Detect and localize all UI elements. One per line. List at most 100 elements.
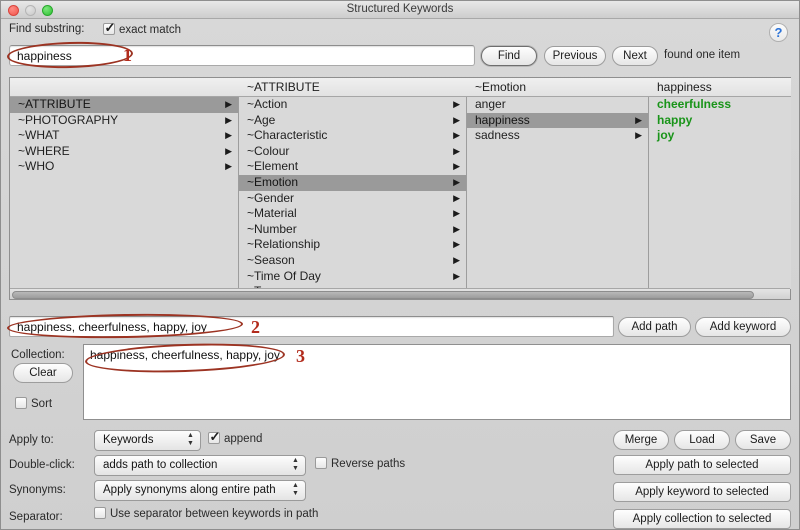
double-click-select[interactable]: adds path to collection ▲ ▼ [94,455,306,476]
browser-row-label: ~Time Of Day [247,268,321,283]
sort-checkbox-box [15,397,27,409]
browser-row-label: ~Number [247,221,297,236]
search-input-value: happiness [17,49,72,63]
structured-keywords-window: Structured Keywords Find substring: exac… [0,0,800,530]
browser-row[interactable]: ~Action ▶ [239,97,466,113]
chevron-right-icon: ▶ [453,192,460,203]
browser-row[interactable]: ~Number ▶ [239,222,466,238]
apply-keyword-to-selected-button[interactable]: Apply keyword to selected [613,482,791,502]
browser-row[interactable]: joy [649,128,791,144]
browser-column-2[interactable]: ~Action ▶ ~Age ▶ ~Characteristic ▶ ~Colour ▶ ~El… [239,97,467,289]
exact-match-label: exact match [119,24,181,36]
window-title: Structured Keywords [346,3,454,15]
save-button[interactable]: Save [735,430,791,450]
browser-row[interactable]: ~ATTRIBUTE ▶ [10,97,238,113]
chevron-right-icon: ▶ [225,99,232,109]
apply-to-value: Keywords [103,434,154,446]
browser-row[interactable]: ~Emotion ▶ [239,174,466,191]
add-path-button[interactable]: Add path [618,317,691,337]
load-button[interactable]: Load [674,430,730,450]
annotation-number-1: 1 [123,45,132,65]
browser-row[interactable]: ~Time Of Day ▶ [239,269,466,285]
browser-row[interactable]: happy [649,113,791,129]
reverse-paths-label: Reverse paths [331,458,406,470]
browser-row-label: ~WHO [18,159,55,174]
apply-collection-to-selected-button[interactable]: Apply collection to selected [613,509,791,529]
synonyms-select[interactable]: Apply synonyms along entire path ▲ ▼ [94,480,306,501]
browser-row[interactable]: sadness ▶ [467,128,648,144]
browser-row[interactable]: cheerfulness [649,97,791,113]
chevron-right-icon: ▶ [225,161,232,172]
column-header-4: happiness [649,78,791,97]
browser-row[interactable]: ~Relationship ▶ [239,237,466,253]
browser-row-label: sadness [475,128,520,143]
browser-row[interactable]: ~Season ▶ [239,253,466,269]
browser-row[interactable]: ~PHOTOGRAPHY ▶ [10,113,238,129]
browser-scrollbar-thumb[interactable] [12,291,754,299]
browser-row[interactable]: ~WHO ▶ [10,159,238,175]
browser-row[interactable]: ~WHAT ▶ [10,128,238,144]
clear-button[interactable]: Clear [13,363,73,383]
browser-column-1[interactable]: ~ATTRIBUTE ▶ ~PHOTOGRAPHY ▶ ~WHAT ▶ ~WHERE ▶ ~WH… [10,97,239,289]
browser-row[interactable]: ~Material ▶ [239,206,466,222]
browser-row-label: ~WHERE [18,143,70,158]
search-input[interactable]: happiness [9,45,475,66]
chevron-right-icon: ▶ [453,176,460,187]
browser-row[interactable]: ~Characteristic ▶ [239,128,466,144]
browser-row[interactable]: ~Element ▶ [239,159,466,175]
browser-row[interactable]: ~Colour ▶ [239,144,466,160]
add-keyword-button[interactable]: Add keyword [695,317,791,337]
chevron-right-icon: ▶ [453,208,460,219]
browser-row-label: ~ATTRIBUTE [18,97,91,111]
browser-row-label: ~Characteristic [247,128,328,143]
separator-checkbox-label: Use separator between keywords in path [110,508,319,520]
chevron-updown-icon: ▲ ▼ [187,432,194,447]
apply-to-select[interactable]: Keywords ▲ ▼ [94,430,201,451]
chevron-right-icon: ▶ [635,114,642,125]
browser-row[interactable]: ~Gender ▶ [239,191,466,207]
browser-row-label: cheerfulness [657,97,732,111]
reverse-paths-checkbox[interactable]: Reverse paths [315,457,405,470]
column-header-1 [10,78,239,97]
column-header-3: ~Emotion [467,78,649,97]
browser-row-label: ~WHAT [18,128,60,143]
exact-match-checkbox-box [103,20,116,36]
next-button[interactable]: Next [612,46,658,66]
browser-row[interactable]: ~Age ▶ [239,113,466,129]
find-button[interactable]: Find [481,46,537,66]
find-substring-label: Find substring: [9,23,85,35]
chevron-right-icon: ▶ [225,145,232,156]
browser-row[interactable]: ~WHERE ▶ [10,144,238,160]
previous-button[interactable]: Previous [544,46,606,66]
browser-row[interactable]: happiness ▶ [467,112,648,129]
chevron-right-icon: ▶ [453,99,460,109]
apply-to-label: Apply to: [9,434,54,446]
chevron-right-icon: ▶ [225,130,232,141]
chevron-right-icon: ▶ [635,130,642,141]
browser-row-label: ~Age [247,112,276,127]
apply-path-to-selected-button[interactable]: Apply path to selected [613,455,791,475]
collection-label: Collection: [11,349,65,361]
sort-checkbox[interactable]: Sort [15,397,52,410]
annotation-number-2: 2 [251,317,260,337]
browser-row-label: ~Material [247,206,297,221]
browser-row-label: ~PHOTOGRAPHY [18,112,119,127]
annotation-number-3: 3 [296,346,305,366]
chevron-right-icon: ▶ [453,114,460,125]
merge-button[interactable]: Merge [613,430,669,450]
browser-row[interactable]: anger [467,97,648,113]
separator-checkbox[interactable]: Use separator between keywords in path [94,507,318,520]
path-input[interactable]: happiness, cheerfulness, happy, joy [9,316,614,337]
collection-textarea[interactable]: happiness, cheerfulness, happy, joy [83,344,791,420]
sort-label: Sort [31,398,53,410]
browser-horizontal-scrollbar[interactable] [10,288,790,299]
append-checkbox[interactable]: append [208,429,262,445]
browser-row-label: joy [657,128,675,143]
browser-column-4[interactable]: cheerfulness happy joy [649,97,791,289]
exact-match-checkbox[interactable]: exact match [103,20,181,36]
browser-column-3[interactable]: anger happiness ▶ sadness ▶ [467,97,649,289]
help-button[interactable]: ? [769,23,788,42]
browser-row-label: ~Colour [247,143,290,158]
browser-row-label: happy [657,112,693,127]
browser-row-label: ~Element [247,159,299,174]
